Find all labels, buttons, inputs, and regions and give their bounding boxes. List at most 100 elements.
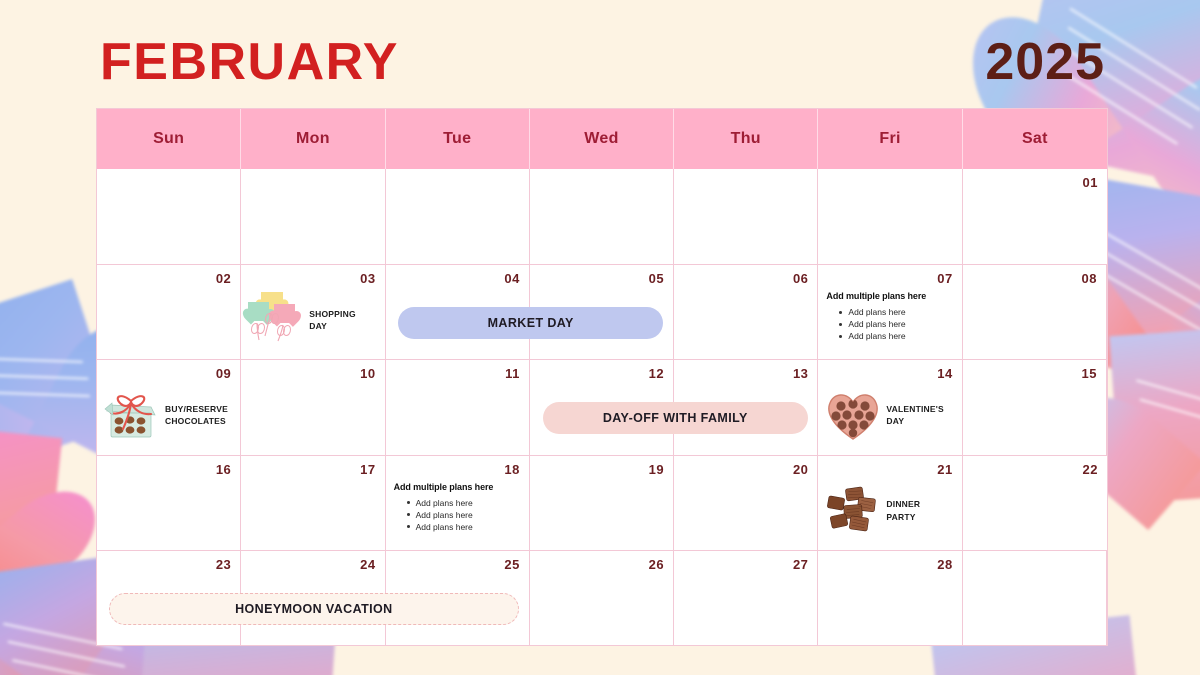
day-number: 16 — [215, 461, 232, 477]
calendar-day-cell-10[interactable]: 10 — [241, 360, 386, 455]
weekday-header-row: Sun Mon Tue Wed Thu Fri Sat — [97, 109, 1107, 169]
day-event-illustrated[interactable]: BUY/RESERVE CHOCOLATES — [101, 380, 236, 450]
event-label: DINNER PARTY — [886, 499, 921, 522]
calendar-day-cell-22[interactable]: 22 — [963, 456, 1107, 550]
calendar-day-cell-11[interactable]: 11 — [386, 360, 530, 455]
event-label: VALENTINE'S DAY — [886, 404, 944, 427]
calendar-day-cell-28[interactable]: 28 — [818, 550, 963, 645]
event-label: BUY/RESERVE CHOCOLATES — [165, 404, 228, 427]
calendar-header: FEBRUARY 2025 — [100, 26, 1105, 98]
calendar-day-cell-16[interactable]: 16 — [97, 455, 242, 550]
day-number: 11 — [505, 366, 520, 382]
heart-chocolate-box-icon — [822, 385, 884, 445]
plans-title: Add multiple plans here — [393, 481, 494, 492]
calendar-day-cell-26[interactable]: 26 — [530, 550, 675, 645]
day-number: 01 — [1082, 175, 1098, 190]
day-number: 04 — [504, 271, 520, 287]
page-title-year: 2025 — [985, 33, 1105, 91]
calendar-day-cell-06[interactable]: 06 — [674, 265, 819, 360]
calendar-week-row: 02 03 SHOPPING DAY 04 05 06 07 Add multiple pla… — [97, 264, 1107, 360]
page-title-month: FEBRUARY — [100, 33, 399, 91]
chocolate-gift-box-icon — [101, 385, 163, 445]
plans-title: Add multiple plans here — [826, 291, 927, 302]
day-number: 02 — [215, 271, 232, 287]
plan-item[interactable]: Add plans here — [839, 330, 955, 342]
day-plans-list[interactable]: Add multiple plans here Add plans here Add… — [394, 482, 523, 533]
day-number: 26 — [648, 556, 665, 572]
plan-item[interactable]: Add plans here — [839, 306, 955, 318]
calendar-day-cell-07[interactable]: 07 Add multiple plans here Add plans here A… — [818, 265, 963, 360]
day-number: 05 — [648, 271, 665, 287]
calendar-day-cell-empty[interactable] — [530, 169, 675, 265]
weekday-thu: Thu — [674, 109, 819, 169]
chocolate-pieces-icon — [822, 481, 884, 541]
calendar-week-row: 23 24 25 26 27 28 HONEYMOON VACATION — [97, 549, 1107, 645]
weekday-fri: Fri — [818, 109, 963, 169]
calendar-day-cell-19[interactable]: 19 — [530, 455, 675, 550]
day-number: 19 — [648, 461, 665, 477]
plans-items: Add plans here Add plans here Add plans he… — [826, 306, 955, 342]
day-number: 06 — [792, 271, 809, 287]
day-number: 27 — [792, 556, 809, 572]
day-number: 28 — [937, 556, 953, 572]
weekday-wed: Wed — [530, 109, 675, 169]
calendar-day-cell-empty[interactable] — [97, 169, 242, 265]
day-number: 10 — [360, 366, 376, 382]
day-number: 15 — [1081, 366, 1097, 382]
calendar-day-cell-15[interactable]: 15 — [963, 360, 1107, 455]
calendar-day-cell-empty[interactable] — [386, 169, 530, 265]
day-number: 13 — [792, 366, 809, 382]
calendar-day-cell-09[interactable]: 09 BUY/RESERVE CHOCOLATES — [97, 360, 242, 455]
calendar-day-cell-21[interactable]: 21 DINNER PARTY — [818, 455, 963, 550]
day-number: 23 — [215, 556, 232, 572]
calendar-day-cell-14[interactable]: 14 VALENTINE'S DAY — [818, 360, 963, 455]
calendar-day-cell-empty[interactable] — [241, 169, 386, 265]
day-number: 24 — [360, 556, 376, 572]
day-number: 20 — [792, 461, 809, 477]
calendar-grid: Sun Mon Tue Wed Thu Fri Sat 01 02 03 SHO… — [96, 108, 1108, 646]
plan-item[interactable]: Add plans here — [406, 509, 523, 521]
calendar-day-cell-08[interactable]: 08 — [963, 265, 1107, 360]
weekday-mon: Mon — [241, 109, 386, 169]
calendar-day-cell-18[interactable]: 18 Add multiple plans here Add plans here A… — [386, 455, 530, 550]
weekday-sat: Sat — [1021, 130, 1048, 147]
day-number: 07 — [937, 271, 953, 287]
calendar-weeks: 01 02 03 SHOPPING DAY 04 05 06 07 Add multiple p… — [97, 169, 1107, 645]
calendar-day-cell-01[interactable]: 01 — [963, 169, 1107, 264]
plan-item[interactable]: Add plans here — [839, 318, 955, 330]
calendar-week-row: 16 17 18 Add multiple plans here Add plans h… — [97, 454, 1107, 550]
calendar-day-cell-02[interactable]: 02 — [97, 265, 242, 360]
calendar-day-cell-empty[interactable] — [674, 169, 819, 265]
calendar-week-row: 09 BUY/RESERVECHOCOLATES 10 11 12 13 14 — [97, 359, 1107, 455]
day-number: 08 — [1081, 271, 1097, 287]
calendar-week-row: 01 — [97, 169, 1107, 265]
day-number: 12 — [648, 366, 665, 382]
day-number: 17 — [360, 461, 376, 477]
day-number: 09 — [215, 366, 232, 382]
weekday-tue: Tue — [386, 109, 530, 169]
day-number: 18 — [504, 461, 520, 477]
event-pill-market-day[interactable]: MARKET DAY — [398, 307, 664, 340]
plan-item[interactable]: Add plans here — [406, 497, 523, 509]
event-pill-day-off-family[interactable]: DAY-OFF WITH FAMILY — [542, 402, 808, 435]
calendar-day-cell-empty[interactable] — [818, 169, 963, 265]
day-number: 25 — [504, 556, 520, 572]
day-event-illustrated[interactable]: SHOPPING DAY — [245, 285, 380, 355]
day-event-illustrated[interactable]: VALENTINE'S DAY — [822, 380, 957, 450]
calendar-day-cell-03[interactable]: 03 SHOPPING DAY — [241, 265, 386, 360]
day-event-illustrated[interactable]: DINNER PARTY — [822, 476, 957, 546]
day-plans-list[interactable]: Add multiple plans here Add plans here Add… — [826, 291, 955, 342]
event-pill-honeymoon-vacation[interactable]: HONEYMOON VACATION — [109, 592, 519, 625]
plans-items: Add plans here Add plans here Add plans he… — [394, 497, 523, 533]
calendar-day-cell-20[interactable]: 20 — [674, 455, 819, 550]
weekday-sun: Sun — [97, 109, 242, 169]
event-label: SHOPPING DAY — [309, 308, 356, 332]
plan-item[interactable]: Add plans here — [406, 521, 523, 533]
calendar-day-cell-27[interactable]: 27 — [674, 550, 819, 645]
day-number: 03 — [360, 271, 376, 287]
day-number: 21 — [937, 461, 953, 477]
day-number: 22 — [1082, 461, 1098, 477]
calendar-day-cell-empty[interactable] — [963, 550, 1107, 645]
day-number: 14 — [937, 366, 953, 382]
calendar-day-cell-17[interactable]: 17 — [241, 455, 386, 550]
